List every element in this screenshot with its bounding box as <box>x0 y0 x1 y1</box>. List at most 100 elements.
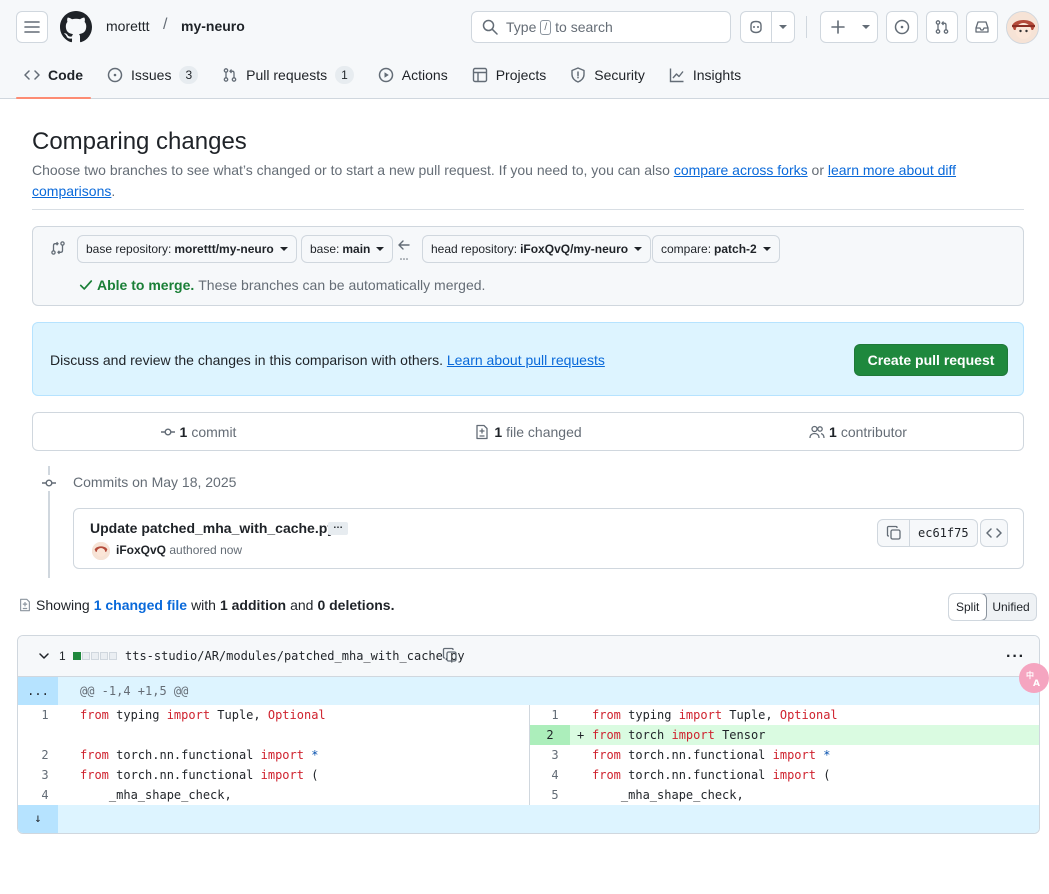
diff-row: 1 from typing import Tuple, Optional 1 f… <box>18 705 1039 725</box>
line-number[interactable]: 4 <box>535 765 575 785</box>
code-line: _mha_shape_check, <box>80 788 232 802</box>
files-changed-tab[interactable]: 1 file changed <box>363 413 693 450</box>
menu-button[interactable] <box>16 11 48 43</box>
plus-icon[interactable] <box>821 12 855 42</box>
tab-actions[interactable]: Actions <box>370 57 456 93</box>
tab-code[interactable]: Code <box>16 57 91 99</box>
learn-about-pull-requests-link[interactable]: Learn about pull requests <box>447 352 605 368</box>
browse-repository-button[interactable] <box>980 519 1008 547</box>
kebab-horizontal-icon[interactable]: ··· <box>1006 648 1025 666</box>
commits-date-heading: Commits on May 18, 2025 <box>73 474 237 490</box>
inbox-button[interactable] <box>966 11 998 43</box>
hunk-header: @@ -1,4 +1,5 @@ <box>80 684 189 698</box>
code-line: _mha_shape_check, <box>592 788 744 802</box>
commit-time: authored now <box>169 543 243 557</box>
banner-message: Discuss and review the changes in this c… <box>50 352 443 368</box>
copy-icon <box>886 525 902 541</box>
tab-issues[interactable]: Issues 3 <box>99 57 206 93</box>
code-line: from torch.nn.functional import * <box>592 748 831 762</box>
line-number[interactable]: 5 <box>535 785 575 805</box>
chevron-down-icon[interactable] <box>772 12 794 42</box>
diff-left-cell-empty <box>18 725 529 745</box>
split-view-button[interactable]: Split <box>948 594 988 620</box>
diffstat-block <box>109 652 117 660</box>
code-line: from torch.nn.functional import ( <box>80 768 319 782</box>
header-divider <box>806 16 807 38</box>
commits-tab[interactable]: 1 commit <box>33 413 363 450</box>
file-diff-icon <box>18 598 32 612</box>
expand-up-button[interactable]: ... <box>18 677 58 705</box>
search-placeholder-prefix: Type <box>506 19 537 35</box>
commits-label: commit <box>191 423 237 440</box>
user-avatar[interactable] <box>1006 11 1039 44</box>
hunk-footer-row: ↓ <box>18 805 1039 833</box>
copilot-menu[interactable] <box>740 11 795 43</box>
file-path-link[interactable]: tts-studio/AR/modules/patched_mha_with_c… <box>125 649 465 663</box>
additions-count: 1 addition <box>219 597 287 613</box>
diff-left-cell: 1 from typing import Tuple, Optional <box>18 705 529 725</box>
code-line: from torch.nn.functional import ( <box>592 768 831 782</box>
copilot-icon[interactable] <box>741 12 773 42</box>
github-logo-icon[interactable] <box>60 11 92 43</box>
chevron-down-icon[interactable] <box>855 12 877 42</box>
diff-left-cell: 2 from torch.nn.functional import * <box>18 745 529 765</box>
base-repository-select[interactable]: base repository: morettt/my-neuro <box>77 235 297 263</box>
line-number[interactable]: 1 <box>25 705 65 725</box>
line-number[interactable]: 3 <box>25 765 65 785</box>
translate-extension-icon[interactable]: 中A <box>1019 663 1049 693</box>
line-number[interactable]: 1 <box>535 705 575 725</box>
issues-button[interactable] <box>886 11 918 43</box>
file-diff: 1 tts-studio/AR/modules/patched_mha_with… <box>17 635 1040 834</box>
diffstat-block <box>100 652 108 660</box>
addition-marker: + <box>577 728 585 742</box>
unified-view-button[interactable]: Unified <box>986 594 1035 620</box>
git-pull-request-icon <box>222 67 238 83</box>
select-label: compare: <box>661 242 712 256</box>
commit-title-link[interactable]: Update patched_mha_with_cache.py <box>90 520 335 536</box>
tab-insights[interactable]: Insights <box>661 57 749 93</box>
people-icon <box>809 424 825 440</box>
owner-link[interactable]: morettt <box>106 18 150 34</box>
app-header: morettt / my-neuro Type / to search Code… <box>0 0 1049 99</box>
author-avatar[interactable] <box>92 542 110 560</box>
summary-text: and <box>290 597 314 613</box>
changed-files-link[interactable]: 1 changed file <box>94 597 187 613</box>
create-new-menu[interactable] <box>820 11 878 43</box>
search-input[interactable]: Type / to search <box>471 11 731 43</box>
diffstat-block-added <box>73 652 81 660</box>
issue-opened-icon <box>894 19 910 35</box>
copy-icon[interactable] <box>442 647 458 663</box>
line-number[interactable]: 2 <box>25 745 65 765</box>
files-count: 1 <box>494 423 503 440</box>
tab-security[interactable]: Security <box>562 57 653 93</box>
line-number[interactable]: 2 <box>530 725 570 745</box>
contributors-label: contributor <box>840 423 907 440</box>
pull-requests-button[interactable] <box>926 11 958 43</box>
chevron-down-icon[interactable] <box>38 650 50 662</box>
breadcrumb-separator: / <box>163 16 168 33</box>
copy-sha-button[interactable] <box>878 520 910 546</box>
expand-down-button[interactable]: ↓ <box>18 805 58 833</box>
banner-text: Discuss and review the changes in this c… <box>50 352 605 368</box>
commit-author-link[interactable]: iFoxQvQ <box>116 543 166 557</box>
expand-message-button[interactable]: … <box>328 521 348 535</box>
line-number[interactable]: 4 <box>25 785 65 805</box>
commit-sha-link[interactable]: ec61f75 <box>910 520 977 546</box>
line-number[interactable]: 3 <box>535 745 575 765</box>
tab-projects[interactable]: Projects <box>464 57 555 93</box>
arrow-left-icon <box>397 239 411 261</box>
contributors-tab[interactable]: 1 contributor <box>693 413 1023 450</box>
repo-link[interactable]: my-neuro <box>181 18 245 34</box>
compare-across-forks-link[interactable]: compare across forks <box>674 162 808 178</box>
diff-right-cell: 1 from typing import Tuple, Optional <box>529 705 1039 725</box>
git-commit-icon <box>160 424 176 440</box>
head-repository-select[interactable]: head repository: iFoxQvQ/my-neuro <box>422 235 652 263</box>
file-header: 1 tts-studio/AR/modules/patched_mha_with… <box>18 636 1039 677</box>
tab-pull-requests[interactable]: Pull requests 1 <box>214 57 362 93</box>
select-value: morettt/my-neuro <box>174 242 274 256</box>
compare-branch-select[interactable]: compare: patch-2 <box>652 235 780 263</box>
create-pull-request-button[interactable]: Create pull request <box>854 344 1008 376</box>
files-label: file changed <box>506 423 582 440</box>
base-branch-select[interactable]: base: main <box>301 235 394 263</box>
code-icon <box>24 67 40 83</box>
